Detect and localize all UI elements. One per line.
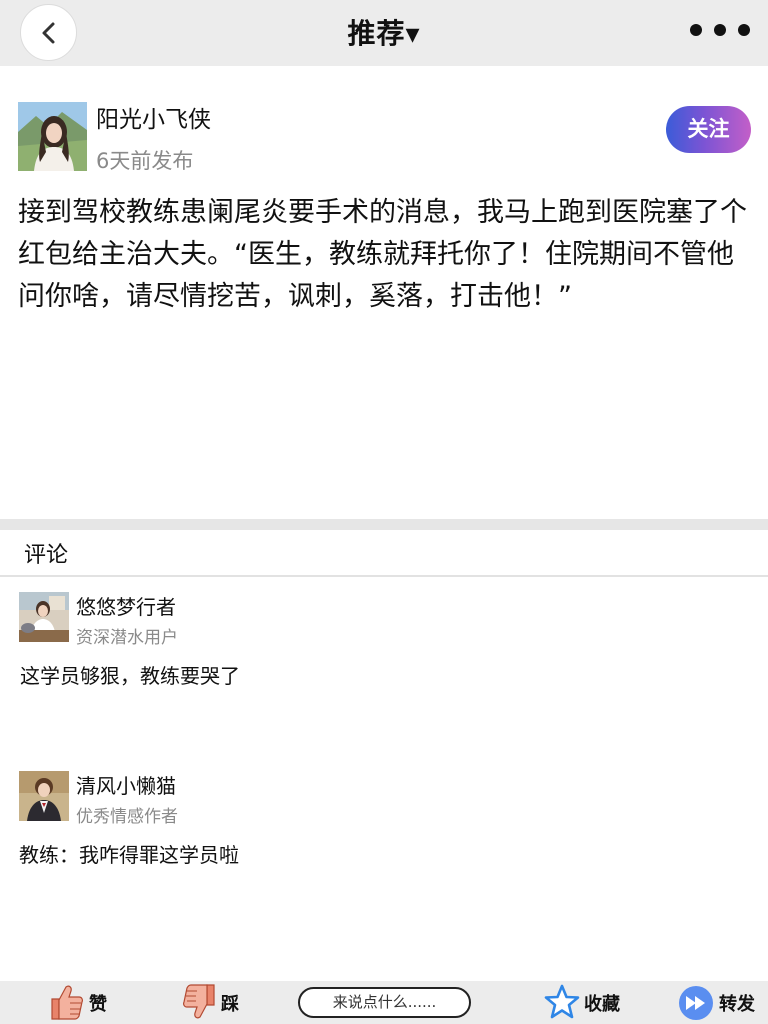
post-body-text: 接到驾校教练患阑尾炎要手术的消息，我马上跑到医院塞了个红包给主治大夫。“医生，教… xyxy=(18,197,747,312)
dislike-label: 踩 xyxy=(221,994,239,1015)
comment-text: 教练：我咋得罪这学员啦 xyxy=(19,843,239,867)
feed-selector-title[interactable]: 推荐▾ xyxy=(0,12,768,52)
author-avatar[interactable] xyxy=(18,102,87,171)
comment-author-name[interactable]: 悠悠梦行者 xyxy=(76,591,176,620)
more-dots-icon xyxy=(690,24,702,36)
post-timestamp: 6天前发布 xyxy=(96,149,194,173)
bottom-action-bar: 赞 踩 来说点什么...... 收藏 转发 xyxy=(0,981,768,1024)
comment-author-name[interactable]: 清风小懒猫 xyxy=(76,770,176,799)
comments-section-title: 评论 xyxy=(24,543,69,568)
thumbs-down-icon xyxy=(183,984,215,1019)
forward-icon xyxy=(679,986,713,1020)
like-button[interactable]: 赞 xyxy=(46,981,112,1024)
dislike-button[interactable]: 踩 xyxy=(180,981,246,1024)
share-button[interactable]: 转发 xyxy=(678,981,760,1024)
top-nav-bar: 推荐▾ xyxy=(0,0,768,66)
more-options-button[interactable] xyxy=(688,20,752,40)
star-icon xyxy=(544,984,580,1019)
like-label: 赞 xyxy=(89,994,107,1015)
comment-author-tag: 优秀情感作者 xyxy=(76,807,178,827)
favorite-label: 收藏 xyxy=(584,994,620,1015)
author-name[interactable]: 阳光小飞侠 xyxy=(96,100,211,134)
thumbs-up-icon xyxy=(51,985,83,1020)
section-divider xyxy=(0,519,768,530)
comment-author-tag: 资深潜水用户 xyxy=(76,628,178,648)
comment-text: 这学员够狠，教练要哭了 xyxy=(20,664,240,688)
comment-avatar[interactable] xyxy=(19,592,69,642)
share-label: 转发 xyxy=(719,994,755,1015)
comment-avatar[interactable] xyxy=(19,771,69,821)
comment-input[interactable]: 来说点什么...... xyxy=(298,987,471,1018)
favorite-button[interactable]: 收藏 xyxy=(544,981,624,1024)
follow-button[interactable]: 关注 xyxy=(666,106,751,153)
comments-divider xyxy=(0,575,768,577)
